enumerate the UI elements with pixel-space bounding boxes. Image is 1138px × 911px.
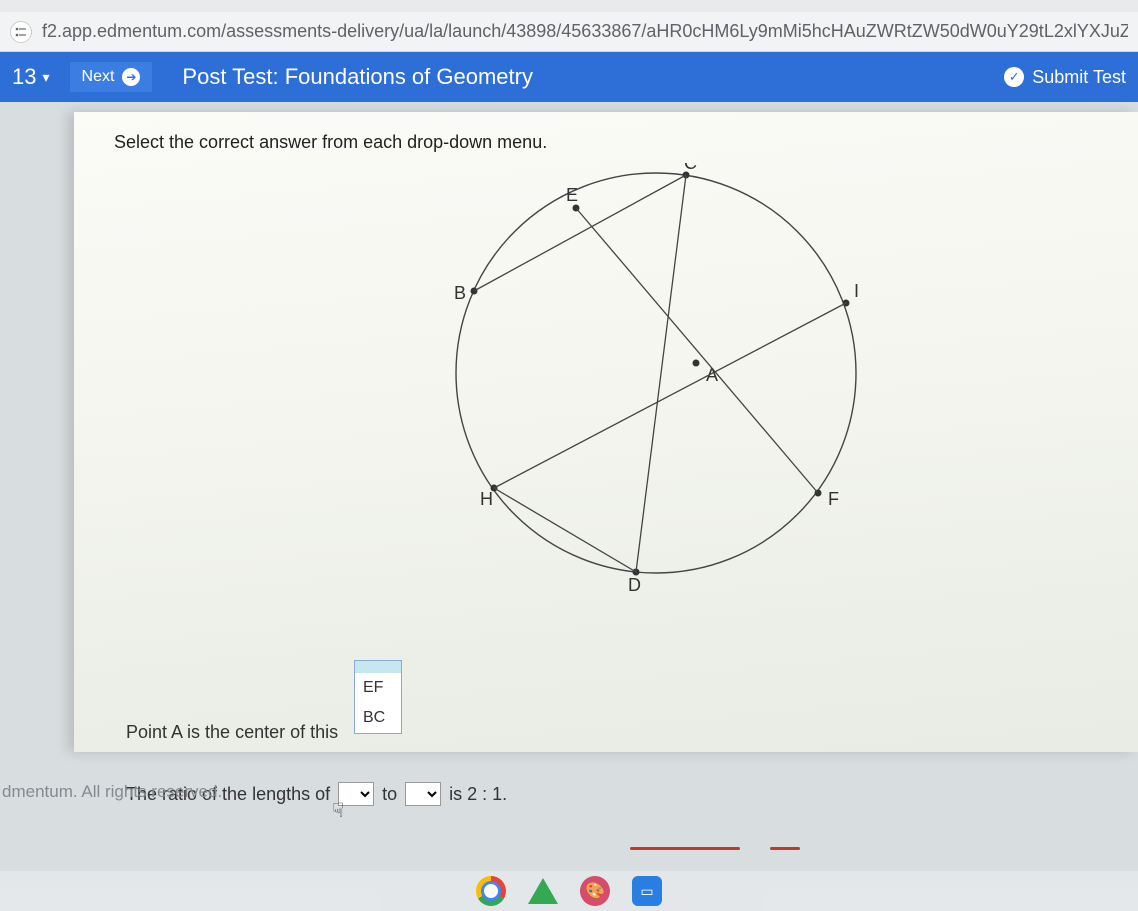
dropdown-option-ef[interactable]: EF (355, 673, 401, 703)
submit-test-button[interactable]: ✓ Submit Test (1004, 67, 1126, 88)
label-C: C (684, 163, 697, 173)
next-button[interactable]: Next ➔ (70, 62, 153, 92)
dropdown-1[interactable] (338, 782, 374, 806)
taskbar: 🎨 ▭ (0, 871, 1138, 911)
question-paper: Select the correct answer from each drop… (74, 112, 1138, 752)
dropdown-2[interactable] (405, 782, 441, 806)
label-E: E (566, 185, 578, 205)
submit-label: Submit Test (1032, 67, 1126, 88)
dropdown-1-options[interactable]: EF BC (354, 660, 402, 734)
label-D: D (628, 575, 641, 593)
sentence-1-text: Point A is the center of this (126, 722, 338, 743)
address-bar: f2.app.edmentum.com/assessments-delivery… (0, 12, 1138, 52)
drive-icon[interactable] (528, 878, 558, 904)
label-I: I (854, 281, 859, 301)
browser-tab-strip (0, 0, 1138, 12)
arrow-right-icon: ➔ (122, 68, 140, 86)
sentence-1: Point A is the center of this (126, 722, 338, 743)
document-icon[interactable]: ▭ (632, 876, 662, 906)
red-underline-icon (630, 847, 740, 850)
geometry-diagram: A C E B I H D F (256, 163, 956, 593)
content-area: Select the correct answer from each drop… (0, 102, 1138, 862)
url-text[interactable]: f2.app.edmentum.com/assessments-delivery… (42, 21, 1128, 42)
assessment-header: 13 ▾ Next ➔ Post Test: Foundations of Ge… (0, 52, 1138, 102)
chevron-down-icon: ▾ (42, 69, 49, 86)
test-title: Post Test: Foundations of Geometry (182, 64, 1004, 90)
next-label: Next (82, 68, 115, 86)
dropdown-option-bc[interactable]: BC (355, 703, 401, 733)
red-underline-icon (770, 847, 800, 850)
sentence-2-mid: to (382, 784, 397, 805)
question-number: 13 (12, 64, 36, 90)
question-number-dropdown[interactable]: 13 ▾ (12, 64, 50, 90)
copyright-text: dmentum. All rights reserved. (0, 782, 222, 802)
check-circle-icon: ✓ (1004, 67, 1024, 87)
label-B: B (454, 283, 466, 303)
sentence-2-suffix: is 2 : 1. (449, 784, 507, 805)
dropdown-option-blank[interactable] (355, 661, 401, 673)
instruction-text: Select the correct answer from each drop… (114, 132, 1098, 153)
chrome-icon[interactable] (476, 876, 506, 906)
label-H: H (480, 489, 493, 509)
label-F: F (828, 489, 839, 509)
site-settings-icon[interactable] (10, 21, 32, 43)
palette-icon[interactable]: 🎨 (580, 876, 610, 906)
